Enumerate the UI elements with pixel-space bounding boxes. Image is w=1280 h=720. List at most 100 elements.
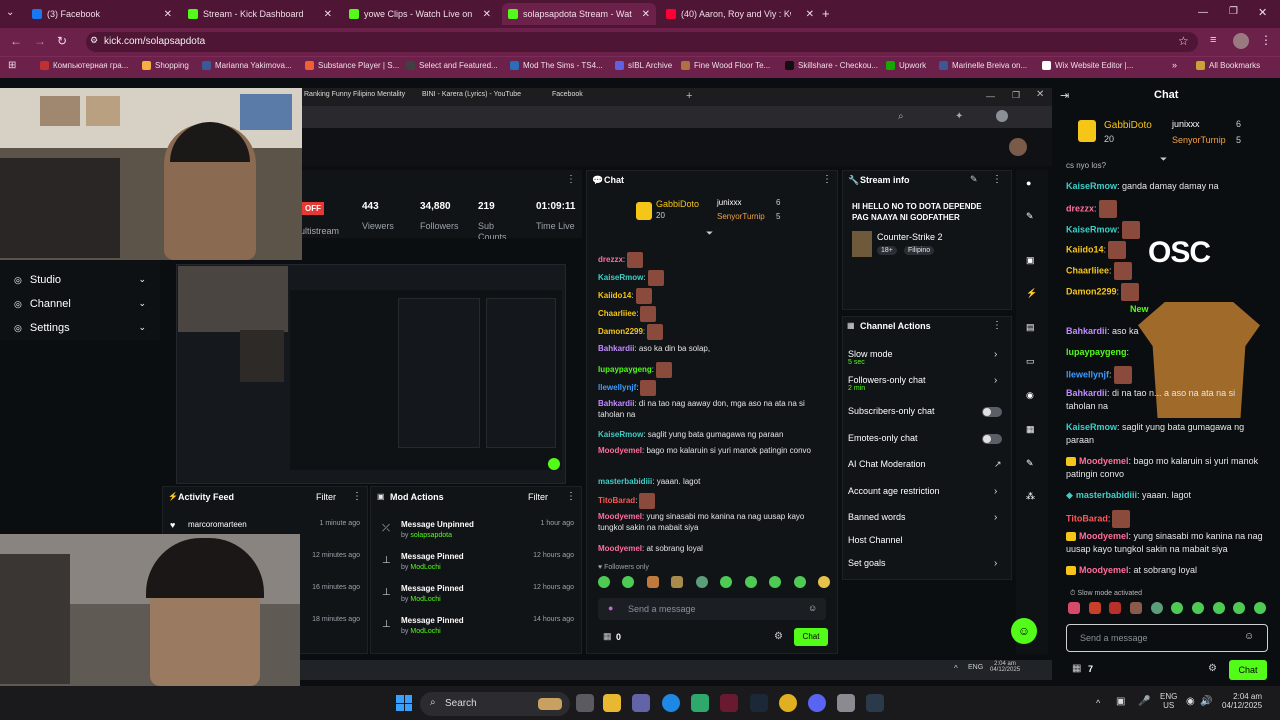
bookmark-item[interactable]: Mod The Sims - TS4... [510,61,603,70]
bookmark-star-icon[interactable]: ☆ [1178,34,1189,48]
tab-close-icon[interactable]: ✕ [483,9,491,20]
tab-search-icon[interactable]: ⌄ [6,7,14,18]
chat-username[interactable]: masterbabidiii [1076,490,1137,500]
emoji-icon[interactable]: ☺ [808,603,817,613]
edge-icon[interactable] [662,694,680,712]
inner-minimize-icon[interactable]: — [986,91,995,101]
tab-close-icon[interactable]: ✕ [164,9,172,20]
tray-overflow-icon[interactable]: ^ [1096,698,1100,708]
emote-6[interactable] [720,576,733,588]
chevron-right-icon[interactable]: › [994,558,997,569]
chat-menu-icon[interactable]: ⋮ [822,174,832,185]
chat-username[interactable]: lupaypaygeng [598,365,652,374]
inner-browser-tab[interactable]: BINI - Karera (Lyrics) - YouTube [422,91,521,98]
chat-settings-icon[interactable]: ⚙ [774,631,783,642]
chat-username[interactable]: KaiseRmow [598,273,643,282]
r-emote-2[interactable] [1088,602,1101,614]
emote-7[interactable] [744,576,757,588]
channel-action-item[interactable]: Account age restriction [848,486,940,496]
tab-close-icon[interactable]: ✕ [324,9,332,20]
channel-action-item[interactable]: Emotes-only chat [848,433,918,443]
r-emote-4[interactable] [1129,602,1142,614]
more-bookmarks-icon[interactable]: » [1172,60,1177,70]
bookmark-item[interactable]: Upwork [886,61,926,70]
channel-actions-menu-icon[interactable]: ⋮ [992,320,1002,331]
stream-info-menu-icon[interactable]: ⋮ [992,174,1002,185]
emote-9[interactable] [793,576,806,588]
document-icon[interactable]: ▤ [1026,322,1035,333]
channel-action-item[interactable]: AI Chat Moderation [848,459,926,469]
chat-username[interactable]: llewellynjf [598,383,636,392]
info-icon[interactable]: ● [1026,178,1031,188]
r-emote-10[interactable] [1253,602,1266,614]
sidebar-item-settings[interactable]: ◎ Settings ⌄ [14,322,146,338]
tab-close-icon[interactable]: ✕ [806,9,814,20]
r-emote-1[interactable] [1068,602,1080,614]
chevron-right-icon[interactable]: › [994,375,997,386]
chat-username[interactable]: Moodyemel [1079,565,1129,575]
r-emote-3[interactable] [1109,602,1122,614]
chrome-icon[interactable] [779,694,797,712]
activity-filter-button[interactable]: Filter [316,492,336,502]
chat-username[interactable]: drezzx [598,255,623,264]
chat-username[interactable]: Bahkardii [1066,326,1107,336]
inner-profile-avatar[interactable] [996,110,1008,122]
pinned-expand-icon[interactable]: ⏷ [706,228,713,239]
screen-icon[interactable]: ▣ [1026,255,1035,266]
chat-username[interactable]: Bahkardii [1066,388,1107,398]
chat-username[interactable]: drezzx [1066,203,1094,213]
task-view-icon[interactable] [576,694,594,712]
extension-icon[interactable]: ✦ [955,111,963,122]
bookmark-item[interactable]: Marinelle Breiva on... [939,61,1027,70]
inner-close-icon[interactable]: ✕ [1036,89,1044,100]
chat-username[interactable]: KaiseRmow [1066,422,1117,432]
channel-action-item[interactable]: Subscribers-only chat [848,406,935,416]
edit-icon[interactable]: ✎ [970,174,978,185]
right-leader-name[interactable]: GabbiDoto [1104,120,1152,131]
browser-tab[interactable]: (3) Facebook ✕ [26,3,178,25]
tray-mic-icon[interactable]: 🎤 [1138,696,1150,707]
help-chat-icon[interactable]: ☺ [1011,618,1037,644]
reload-icon[interactable]: ↻ [57,34,67,48]
browser-tab[interactable]: (40) Aaron, Roy and Viy : Kwent✕ [660,3,820,25]
toggle-switch[interactable] [982,407,1002,417]
all-bookmarks[interactable]: All Bookmarks [1196,61,1260,70]
steam-icon[interactable] [750,694,768,712]
bolt-icon[interactable]: ⚡ [1026,288,1037,299]
pencil-icon[interactable]: ✎ [1026,211,1034,222]
right-emoji-icon[interactable]: ☺ [1244,631,1254,642]
emote-8[interactable] [769,576,782,588]
discord-icon[interactable] [808,694,826,712]
sidebar-item-studio[interactable]: ◎ Studio ⌄ [14,274,146,290]
r-emote-7[interactable] [1191,602,1204,614]
chat-username[interactable]: Kaiido14 [1066,244,1104,254]
inner-maximize-icon[interactable]: ❐ [1012,90,1020,101]
inner-browser-tab[interactable]: Facebook [552,91,583,98]
forward-icon[interactable]: → [34,34,46,48]
bookmark-item[interactable]: Marianna Yakimova... [202,61,292,70]
app-icon-4[interactable] [866,694,884,712]
chat-username[interactable]: Moodyemel [598,446,642,455]
close-window-icon[interactable]: ✕ [1258,6,1267,19]
chevron-right-icon[interactable]: › [994,486,997,497]
collapse-chat-icon[interactable]: ⇥ [1060,89,1069,102]
right-chat-send-button[interactable]: Chat [1229,660,1267,680]
browser-tab[interactable]: yowe Clips - Watch Live on Kick✕ [343,3,497,25]
chat-username[interactable]: llewellynjf [1066,369,1109,379]
chat-username[interactable]: masterbabidiii [598,477,652,486]
chat-username[interactable]: Damon2299 [1066,286,1117,296]
leader-name[interactable]: GabbiDoto [656,199,699,209]
chat-username[interactable]: Kaiido14 [598,291,631,300]
volume-icon[interactable]: 🔊 [1200,696,1212,707]
back-icon[interactable]: ← [10,34,22,48]
wrench-icon[interactable]: ✎ [1026,458,1034,469]
url-input[interactable]: ⚙ kick.com/solapsapdota [86,32,1198,52]
channel-action-item[interactable]: Host Channel [848,535,903,545]
channel-action-item[interactable]: Set goals [848,558,886,568]
bookmark-item[interactable]: Shopping [142,61,189,70]
multistream-label[interactable]: ultistream [300,226,339,236]
nodes-icon[interactable]: ⁂ [1026,491,1035,502]
app-icon-2[interactable] [720,694,738,712]
tray-app-icon[interactable]: ▣ [1116,696,1125,707]
windows-start-icon[interactable] [396,695,412,711]
